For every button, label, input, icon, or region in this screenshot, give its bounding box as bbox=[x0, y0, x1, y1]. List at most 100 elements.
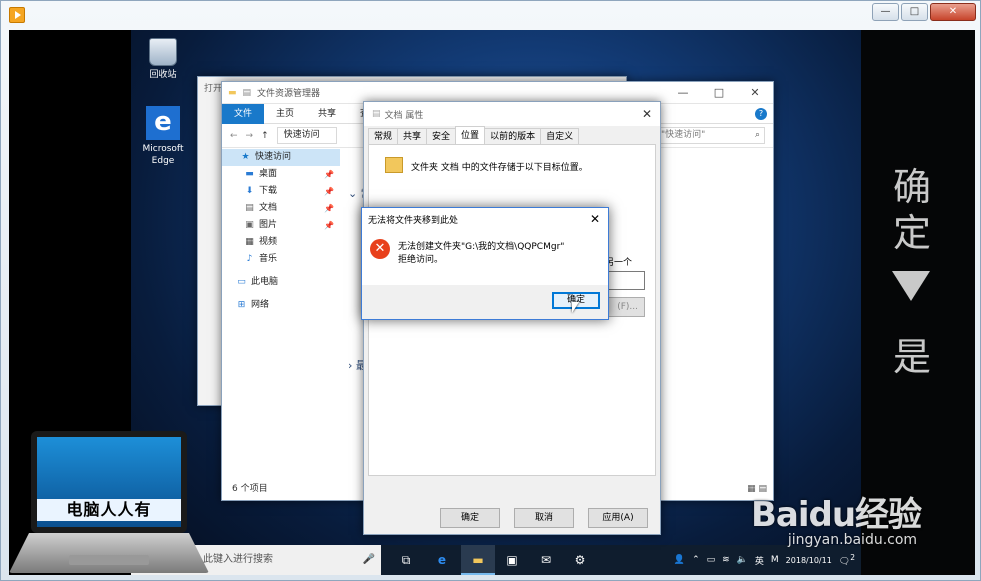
help-icon[interactable]: ? bbox=[755, 107, 767, 120]
back-arrow-icon[interactable]: ← bbox=[230, 131, 238, 141]
player-titlebar: — □ ✕ bbox=[1, 1, 981, 29]
ribbon-tab-home[interactable]: 主页 bbox=[264, 104, 306, 124]
close-button[interactable]: ✕ bbox=[930, 3, 976, 21]
explorer-minimize-button[interactable]: — bbox=[665, 86, 701, 99]
quick-access-toolbar-icon[interactable]: ▤ bbox=[243, 88, 252, 98]
channel-logo: 电脑人人有 bbox=[9, 431, 209, 579]
mouse-cursor-icon bbox=[572, 302, 579, 313]
nav-item-label: 视频 bbox=[259, 237, 278, 247]
pin-icon: 📌 bbox=[324, 204, 334, 213]
up-arrow-icon[interactable]: ↑ bbox=[261, 131, 269, 141]
music-icon: ♪ bbox=[246, 254, 253, 264]
notification-count: 2 bbox=[850, 553, 855, 562]
explorer-taskbar-icon[interactable]: ▬ bbox=[469, 551, 487, 569]
navigation-pane: ★ 快速访问 ▬ 桌面 📌 ⬇ 下载 📌 ▤ 文档 📌 ▣ 图片 📌 ▦ 视频 ♪ 音乐 ▭ 此电脑 ⊞… bbox=[222, 149, 340, 479]
notification-icon[interactable]: 🗨2 bbox=[839, 553, 855, 567]
picture-icon: ▣ bbox=[245, 220, 254, 230]
ime-mode-icon[interactable]: M bbox=[771, 555, 779, 565]
laptop-screen: 电脑人人有 bbox=[31, 431, 187, 533]
pin-icon: 📌 bbox=[324, 187, 334, 196]
store-icon[interactable]: ▣ bbox=[503, 551, 521, 569]
desktop-icon-recycle-bin[interactable]: 回收站 bbox=[135, 38, 191, 81]
properties-tabs: 常规 共享 安全 位置 以前的版本 自定义 bbox=[364, 126, 660, 144]
settings-gear-icon[interactable]: ⚙ bbox=[571, 551, 589, 569]
caption-char-3: 是 bbox=[892, 335, 931, 379]
error-message-line1: 无法创建文件夹"G:\我的文档\QQPCMgr" bbox=[398, 242, 565, 252]
error-titlebar: 无法将文件夹移到此处 ✕ bbox=[362, 208, 608, 230]
pin-icon: 📌 bbox=[324, 221, 334, 230]
nav-item-desktop[interactable]: ▬ 桌面 📌 bbox=[222, 166, 340, 183]
properties-close-icon[interactable]: ✕ bbox=[642, 107, 652, 121]
folder-icon: ▬ bbox=[228, 87, 237, 98]
volume-icon[interactable]: 🔈 bbox=[737, 555, 748, 565]
mail-icon[interactable]: ✉ bbox=[537, 551, 555, 569]
nav-item-label: 音乐 bbox=[259, 254, 278, 264]
nav-item-downloads[interactable]: ⬇ 下载 📌 bbox=[222, 183, 340, 200]
nav-item-pictures[interactable]: ▣ 图片 📌 bbox=[222, 217, 340, 234]
properties-footer: 确定 取消 应用(A) bbox=[364, 508, 660, 528]
pin-icon: 📌 bbox=[324, 170, 334, 179]
nav-item-music[interactable]: ♪ 音乐 bbox=[222, 251, 340, 268]
laptop-base bbox=[9, 533, 209, 573]
error-title: 无法将文件夹移到此处 bbox=[368, 215, 459, 226]
document-icon: ▤ bbox=[245, 203, 254, 213]
document-folder-icon: ▤ bbox=[372, 109, 381, 119]
video-icon: ▦ bbox=[245, 237, 254, 247]
search-input[interactable]: 索"快速访问" ⌕ bbox=[645, 127, 765, 144]
tab-general[interactable]: 常规 bbox=[368, 128, 399, 144]
nav-item-quick-access[interactable]: ★ 快速访问 bbox=[222, 149, 340, 166]
tab-previous-versions[interactable]: 以前的版本 bbox=[484, 128, 542, 144]
system-tray: 👤 ⌃ ▭ ≋ 🔈 英 M 2018/10/11 🗨2 bbox=[674, 545, 855, 575]
explorer-maximize-button[interactable]: □ bbox=[701, 86, 737, 99]
recycle-bin-icon bbox=[149, 38, 177, 66]
microphone-icon[interactable]: 🎤 bbox=[363, 545, 375, 575]
nav-item-label: 图片 bbox=[259, 220, 278, 230]
player-window-controls: — □ ✕ bbox=[872, 3, 976, 21]
people-icon[interactable]: 👤 bbox=[674, 555, 685, 565]
laptop-display: 电脑人人有 bbox=[37, 437, 181, 527]
star-icon: ★ bbox=[241, 152, 250, 162]
error-close-icon[interactable]: ✕ bbox=[590, 212, 600, 226]
tab-sharing[interactable]: 共享 bbox=[397, 128, 428, 144]
nav-item-label: 桌面 bbox=[259, 169, 278, 179]
properties-title: 文档 属性 bbox=[384, 110, 424, 121]
ribbon-tab-file[interactable]: 文件 bbox=[222, 103, 265, 124]
ime-indicator[interactable]: 英 bbox=[755, 554, 764, 567]
properties-cancel-button[interactable]: 取消 bbox=[514, 508, 574, 528]
desktop-icon-edge[interactable]: e Microsoft Edge bbox=[135, 106, 191, 167]
chevron-up-icon[interactable]: ⌃ bbox=[692, 555, 700, 565]
edge-taskbar-icon[interactable]: e bbox=[433, 551, 451, 569]
clock[interactable]: 2018/10/11 bbox=[786, 555, 832, 566]
task-view-icon[interactable]: ⧉ bbox=[397, 551, 415, 569]
desktop-icon: ▬ bbox=[245, 169, 254, 179]
nav-item-label: 下载 bbox=[259, 186, 278, 196]
address-input[interactable]: 快速访问 bbox=[276, 127, 337, 144]
nav-item-videos[interactable]: ▦ 视频 bbox=[222, 234, 340, 251]
nav-item-label: 文档 bbox=[259, 203, 278, 213]
tab-customize[interactable]: 自定义 bbox=[540, 128, 580, 144]
properties-apply-button[interactable]: 应用(A) bbox=[588, 508, 648, 528]
caption-char-2: 定 bbox=[892, 211, 931, 255]
battery-icon[interactable]: ▭ bbox=[707, 555, 716, 565]
nav-item-documents[interactable]: ▤ 文档 📌 bbox=[222, 200, 340, 217]
ribbon-tab-share[interactable]: 共享 bbox=[306, 104, 348, 124]
tab-location[interactable]: 位置 bbox=[455, 126, 486, 144]
logo-text: 电脑人人有 bbox=[37, 499, 181, 521]
wifi-icon[interactable]: ≋ bbox=[722, 555, 730, 565]
taskbar: 此键入进行搜索 🎤 ⧉ e ▬ ▣ ✉ ⚙ 👤 ⌃ ▭ ≋ 🔈 英 M 2018… bbox=[131, 545, 861, 575]
explorer-window-controls: — □ ✕ bbox=[665, 86, 773, 99]
tab-security[interactable]: 安全 bbox=[426, 128, 457, 144]
computer-icon: ▭ bbox=[237, 277, 246, 287]
properties-ok-button[interactable]: 确定 bbox=[440, 508, 500, 528]
player-window: — □ ✕ 确 定 是 回收站 e Microsoft Edge 此键入进行搜索… bbox=[0, 0, 981, 581]
minimize-button[interactable]: — bbox=[872, 3, 899, 21]
download-icon: ⬇ bbox=[245, 186, 254, 196]
explorer-close-button[interactable]: ✕ bbox=[737, 86, 773, 99]
nav-item-this-pc[interactable]: ▭ 此电脑 bbox=[222, 274, 340, 291]
nav-item-network[interactable]: ⊞ 网络 bbox=[222, 297, 340, 314]
maximize-button[interactable]: □ bbox=[901, 3, 928, 21]
error-icon: ✕ bbox=[370, 239, 390, 259]
clock-date: 2018/10/11 bbox=[785, 555, 832, 565]
forward-arrow-icon[interactable]: → bbox=[246, 131, 254, 141]
taskbar-search-placeholder: 此键入进行搜索 bbox=[203, 554, 273, 565]
